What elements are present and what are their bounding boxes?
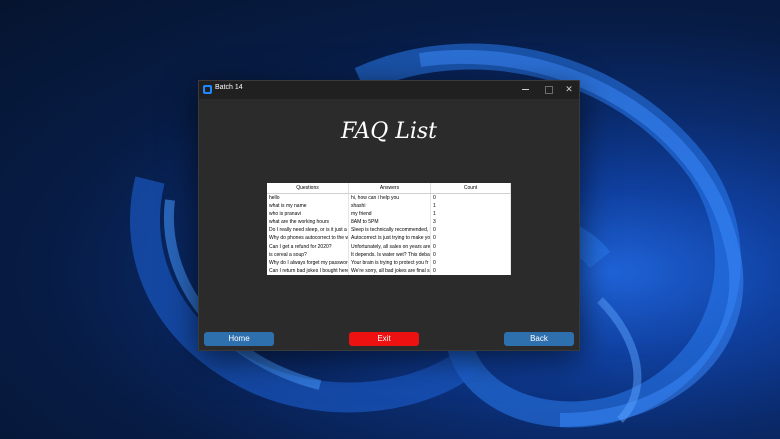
cell-question: Can I get a refund for 2020? xyxy=(267,242,349,251)
maximize-icon xyxy=(545,85,553,94)
cell-count: 1 xyxy=(431,210,511,219)
cell-count: 0 xyxy=(431,226,511,235)
title-bar[interactable]: Batch 14 ✕ xyxy=(199,81,579,99)
table-row[interactable]: what is my name shashi 1 xyxy=(267,202,511,211)
table-row[interactable]: Why do phones autocorrect to the w Autoco… xyxy=(267,234,511,243)
table-row[interactable]: is cereal a soup? It depends. Is water we… xyxy=(267,250,511,259)
main-content: FAQ List Questions Answers Count hello hi… xyxy=(205,101,573,327)
minimize-icon xyxy=(521,89,529,90)
cell-count: 0 xyxy=(431,234,511,243)
window-title: Batch 14 xyxy=(215,84,243,91)
cell-answer: It depends. Is water wet? This debate xyxy=(351,250,431,259)
cell-answer: We're sorry, all bad jokes are final sal xyxy=(351,266,431,275)
app-icon xyxy=(203,85,212,94)
cell-answer: Unfortunately, all sales on years are f xyxy=(351,242,431,251)
table-header: Questions Answers Count xyxy=(267,183,511,194)
column-header-answers[interactable]: Answers xyxy=(349,183,431,193)
cell-count: 0 xyxy=(431,266,511,275)
close-button[interactable]: ✕ xyxy=(557,81,581,99)
cell-question: who is pranavi xyxy=(267,210,349,219)
home-button[interactable]: Home xyxy=(204,332,274,346)
cell-answer: Your brain is trying to protect you fr xyxy=(349,258,431,267)
cell-count: 0 xyxy=(431,250,511,259)
cell-answer: shashi xyxy=(349,202,431,211)
table-row[interactable]: what are the working hours 8AM to 5PM 3 xyxy=(267,218,511,227)
back-button[interactable]: Back xyxy=(504,332,574,346)
cell-answer: my friend xyxy=(349,210,431,219)
table-row[interactable]: Can I return bad jokes I bought here? We'… xyxy=(267,266,511,275)
cell-question: Can I return bad jokes I bought here? xyxy=(269,266,349,275)
cell-question: hello xyxy=(267,194,349,203)
cell-count: 0 xyxy=(431,194,511,203)
cell-answer: 8AM to 5PM xyxy=(349,218,431,227)
faq-table[interactable]: Questions Answers Count hello hi, how can… xyxy=(267,183,511,275)
cell-answer: Autocorrect is just trying to make yo xyxy=(351,234,431,243)
cell-answer: hi, how can i help you xyxy=(349,194,431,203)
cell-question: what are the working hours xyxy=(267,218,349,227)
column-header-questions[interactable]: Questions xyxy=(267,183,349,193)
column-header-count[interactable]: Count xyxy=(431,183,511,193)
table-row[interactable]: who is pranavi my friend 1 xyxy=(267,210,511,219)
close-icon: ✕ xyxy=(565,85,573,95)
cell-question: what is my name xyxy=(267,202,349,211)
cell-count: 3 xyxy=(431,218,511,227)
exit-button[interactable]: Exit xyxy=(349,332,419,346)
cell-count: 0 xyxy=(431,258,511,267)
cell-question: is cereal a soup? xyxy=(267,250,349,259)
table-row[interactable]: hello hi, how can i help you 0 xyxy=(267,194,511,203)
cell-count: 0 xyxy=(431,242,511,251)
app-window: Batch 14 ✕ FAQ List Questions Answers Co… xyxy=(198,80,580,351)
cell-answer: Sleep is technically recommended, b xyxy=(351,226,431,235)
cell-question: Why do I always forget my password xyxy=(269,258,349,267)
cell-question: Why do phones autocorrect to the w xyxy=(269,234,349,243)
minimize-button[interactable] xyxy=(513,81,537,99)
page-title: FAQ List xyxy=(340,119,438,144)
cell-count: 1 xyxy=(431,202,511,211)
cell-question: Do I really need sleep, or is it just a … xyxy=(269,226,349,235)
table-row[interactable]: Do I really need sleep, or is it just a … xyxy=(267,226,511,235)
table-row[interactable]: Can I get a refund for 2020? Unfortunatel… xyxy=(267,242,511,251)
table-row[interactable]: Why do I always forget my password Your b… xyxy=(267,258,511,267)
